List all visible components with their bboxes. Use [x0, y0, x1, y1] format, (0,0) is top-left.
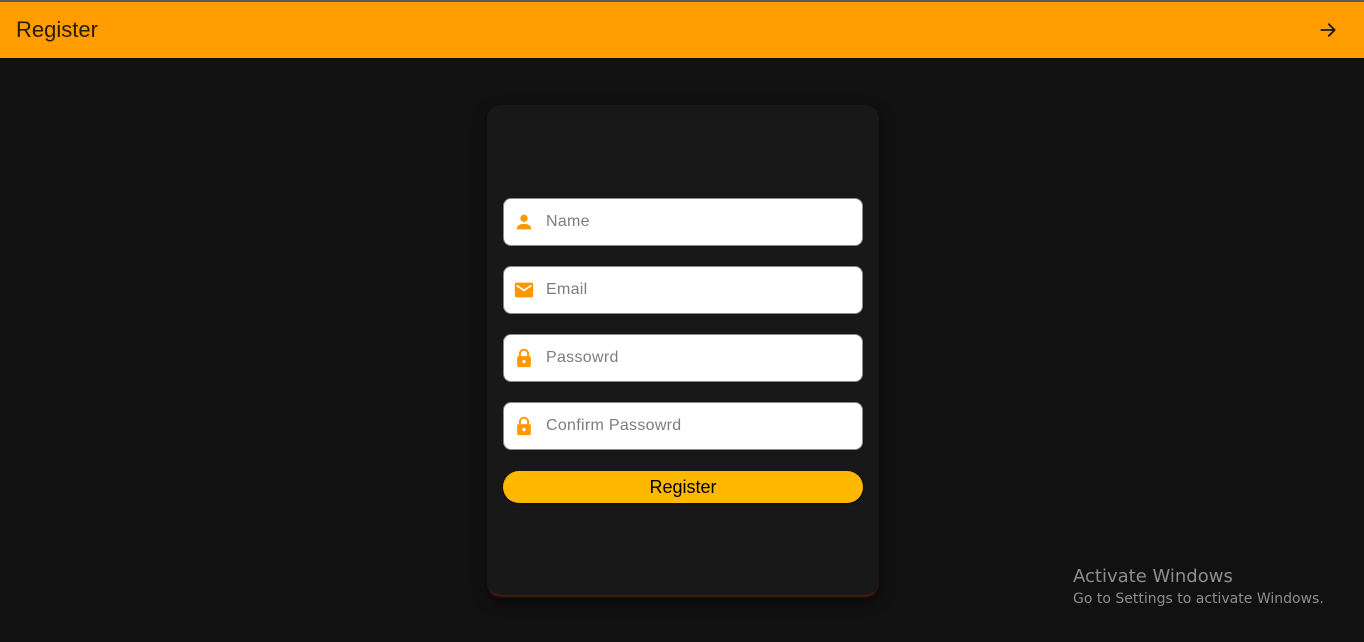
- email-field[interactable]: [503, 266, 863, 314]
- name-field[interactable]: [503, 198, 863, 246]
- register-button[interactable]: Register: [503, 471, 863, 503]
- page-title: Register: [16, 17, 98, 42]
- mail-icon: [512, 278, 536, 302]
- confirm-password-input[interactable]: [544, 416, 848, 436]
- lock-icon: [512, 414, 536, 438]
- password-field[interactable]: [503, 334, 863, 382]
- password-input[interactable]: [544, 348, 848, 368]
- activate-windows-watermark: Activate Windows Go to Settings to activ…: [1073, 566, 1324, 610]
- register-card: Register: [487, 105, 879, 595]
- watermark-title: Activate Windows: [1073, 566, 1233, 587]
- email-input[interactable]: [544, 280, 848, 300]
- confirm-password-field[interactable]: [503, 402, 863, 450]
- watermark-subtitle: Go to Settings to activate Windows.: [1073, 591, 1324, 607]
- app-bar: Register: [0, 2, 1364, 58]
- arrow-right-icon[interactable]: [1314, 16, 1342, 44]
- person-icon: [512, 210, 536, 234]
- name-input[interactable]: [544, 212, 848, 232]
- lock-icon: [512, 346, 536, 370]
